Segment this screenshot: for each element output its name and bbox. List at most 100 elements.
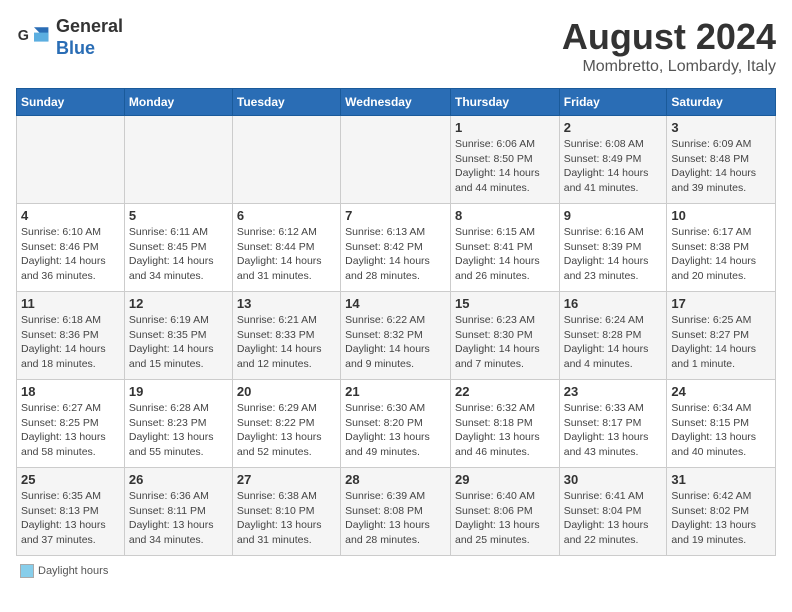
day-cell — [232, 116, 340, 204]
day-cell: 18Sunrise: 6:27 AM Sunset: 8:25 PM Dayli… — [17, 380, 125, 468]
day-info: Sunrise: 6:11 AM Sunset: 8:45 PM Dayligh… — [129, 225, 228, 284]
header-cell-friday: Friday — [559, 89, 667, 116]
day-cell: 5 Sunrise: 6:11 AM Sunset: 8:45 PM Daylig… — [124, 204, 232, 292]
day-info: Sunrise: 6:41 AM Sunset: 8:04 PM Dayligh… — [564, 489, 663, 548]
day-cell: 26 Sunrise: 6:36 AM Sunset: 8:11 PM Dayli… — [124, 468, 232, 556]
week-row-3: 11 Sunrise: 6:18 AM Sunset: 8:36 PM Dayli… — [17, 292, 776, 380]
day-cell — [17, 116, 125, 204]
week-row-2: 4Sunrise: 6:10 AM Sunset: 8:46 PM Daylig… — [17, 204, 776, 292]
day-number: 26 — [129, 472, 228, 487]
day-cell: 30 Sunrise: 6:41 AM Sunset: 8:04 PM Dayli… — [559, 468, 667, 556]
day-cell: 10Sunrise: 6:17 AM Sunset: 8:38 PM Dayli… — [667, 204, 776, 292]
day-number: 30 — [564, 472, 663, 487]
day-info: Sunrise: 6:06 AM Sunset: 8:50 PM Dayligh… — [455, 137, 555, 196]
legend: Daylight hours — [16, 564, 776, 578]
day-number: 22 — [455, 384, 555, 399]
day-cell: 28 Sunrise: 6:39 AM Sunset: 8:08 PM Dayli… — [341, 468, 451, 556]
day-info: Sunrise: 6:32 AM Sunset: 8:18 PM Dayligh… — [455, 401, 555, 460]
day-number: 25 — [21, 472, 120, 487]
day-cell: 25 Sunrise: 6:35 AM Sunset: 8:13 PM Dayli… — [17, 468, 125, 556]
day-number: 19 — [129, 384, 228, 399]
day-cell: 2Sunrise: 6:08 AM Sunset: 8:49 PM Daylig… — [559, 116, 667, 204]
day-cell: 8 Sunrise: 6:15 AM Sunset: 8:41 PM Daylig… — [450, 204, 559, 292]
calendar-table: SundayMondayTuesdayWednesdayThursdayFrid… — [16, 88, 776, 556]
day-cell: 1Sunrise: 6:06 AM Sunset: 8:50 PM Daylig… — [450, 116, 559, 204]
day-info: Sunrise: 6:28 AM Sunset: 8:23 PM Dayligh… — [129, 401, 228, 460]
day-info: Sunrise: 6:24 AM Sunset: 8:28 PM Dayligh… — [564, 313, 663, 372]
day-info: Sunrise: 6:42 AM Sunset: 8:02 PM Dayligh… — [671, 489, 771, 548]
day-number: 27 — [237, 472, 336, 487]
week-row-5: 25 Sunrise: 6:35 AM Sunset: 8:13 PM Dayli… — [17, 468, 776, 556]
day-info: Sunrise: 6:13 AM Sunset: 8:42 PM Dayligh… — [345, 225, 446, 284]
day-info: Sunrise: 6:33 AM Sunset: 8:17 PM Dayligh… — [564, 401, 663, 460]
day-cell: 13 Sunrise: 6:21 AM Sunset: 8:33 PM Dayli… — [232, 292, 340, 380]
day-cell: 7 Sunrise: 6:13 AM Sunset: 8:42 PM Daylig… — [341, 204, 451, 292]
day-number: 8 — [455, 208, 555, 223]
day-number: 13 — [237, 296, 336, 311]
header-row: SundayMondayTuesdayWednesdayThursdayFrid… — [17, 89, 776, 116]
day-number: 11 — [21, 296, 120, 311]
day-info: Sunrise: 6:15 AM Sunset: 8:41 PM Dayligh… — [455, 225, 555, 284]
day-info: Sunrise: 6:22 AM Sunset: 8:32 PM Dayligh… — [345, 313, 446, 372]
day-number: 2 — [564, 120, 663, 135]
legend-item-daylight: Daylight hours — [20, 564, 108, 578]
day-cell: 14Sunrise: 6:22 AM Sunset: 8:32 PM Dayli… — [341, 292, 451, 380]
day-info: Sunrise: 6:18 AM Sunset: 8:36 PM Dayligh… — [21, 313, 120, 372]
day-info: Sunrise: 6:12 AM Sunset: 8:44 PM Dayligh… — [237, 225, 336, 284]
day-cell — [124, 116, 232, 204]
day-info: Sunrise: 6:39 AM Sunset: 8:08 PM Dayligh… — [345, 489, 446, 548]
day-cell: 24 Sunrise: 6:34 AM Sunset: 8:15 PM Dayli… — [667, 380, 776, 468]
legend-label-daylight: Daylight hours — [38, 565, 108, 577]
day-number: 31 — [671, 472, 771, 487]
header-cell-monday: Monday — [124, 89, 232, 116]
day-info: Sunrise: 6:36 AM Sunset: 8:11 PM Dayligh… — [129, 489, 228, 548]
logo: G General Blue — [16, 16, 123, 59]
day-cell: 21Sunrise: 6:30 AM Sunset: 8:20 PM Dayli… — [341, 380, 451, 468]
title-block: August 2024 Mombretto, Lombardy, Italy — [562, 16, 776, 76]
day-info: Sunrise: 6:35 AM Sunset: 8:13 PM Dayligh… — [21, 489, 120, 548]
month-title: August 2024 — [562, 16, 776, 58]
day-cell: 23 Sunrise: 6:33 AM Sunset: 8:17 PM Dayli… — [559, 380, 667, 468]
page-header: G General Blue August 2024 Mombretto, Lo… — [16, 16, 776, 76]
day-info: Sunrise: 6:19 AM Sunset: 8:35 PM Dayligh… — [129, 313, 228, 372]
header-cell-wednesday: Wednesday — [341, 89, 451, 116]
calendar-body: 1Sunrise: 6:06 AM Sunset: 8:50 PM Daylig… — [17, 116, 776, 556]
day-cell: 6 Sunrise: 6:12 AM Sunset: 8:44 PM Daylig… — [232, 204, 340, 292]
day-number: 12 — [129, 296, 228, 311]
day-info: Sunrise: 6:23 AM Sunset: 8:30 PM Dayligh… — [455, 313, 555, 372]
day-info: Sunrise: 6:10 AM Sunset: 8:46 PM Dayligh… — [21, 225, 120, 284]
header-cell-tuesday: Tuesday — [232, 89, 340, 116]
day-cell: 12 Sunrise: 6:19 AM Sunset: 8:35 PM Dayli… — [124, 292, 232, 380]
day-info: Sunrise: 6:16 AM Sunset: 8:39 PM Dayligh… — [564, 225, 663, 284]
day-number: 16 — [564, 296, 663, 311]
day-info: Sunrise: 6:25 AM Sunset: 8:27 PM Dayligh… — [671, 313, 771, 372]
day-cell: 29Sunrise: 6:40 AM Sunset: 8:06 PM Dayli… — [450, 468, 559, 556]
day-cell: 19 Sunrise: 6:28 AM Sunset: 8:23 PM Dayli… — [124, 380, 232, 468]
week-row-4: 18Sunrise: 6:27 AM Sunset: 8:25 PM Dayli… — [17, 380, 776, 468]
day-cell: 20Sunrise: 6:29 AM Sunset: 8:22 PM Dayli… — [232, 380, 340, 468]
day-cell: 15Sunrise: 6:23 AM Sunset: 8:30 PM Dayli… — [450, 292, 559, 380]
day-info: Sunrise: 6:29 AM Sunset: 8:22 PM Dayligh… — [237, 401, 336, 460]
day-info: Sunrise: 6:40 AM Sunset: 8:06 PM Dayligh… — [455, 489, 555, 548]
day-number: 5 — [129, 208, 228, 223]
logo-text: General Blue — [56, 16, 123, 59]
calendar-header: SundayMondayTuesdayWednesdayThursdayFrid… — [17, 89, 776, 116]
svg-text:G: G — [18, 27, 29, 43]
day-number: 28 — [345, 472, 446, 487]
location-title: Mombretto, Lombardy, Italy — [562, 58, 776, 76]
day-info: Sunrise: 6:21 AM Sunset: 8:33 PM Dayligh… — [237, 313, 336, 372]
day-cell: 3Sunrise: 6:09 AM Sunset: 8:48 PM Daylig… — [667, 116, 776, 204]
day-info: Sunrise: 6:38 AM Sunset: 8:10 PM Dayligh… — [237, 489, 336, 548]
day-cell: 9Sunrise: 6:16 AM Sunset: 8:39 PM Daylig… — [559, 204, 667, 292]
day-cell: 27 Sunrise: 6:38 AM Sunset: 8:10 PM Dayli… — [232, 468, 340, 556]
logo-icon: G — [16, 20, 52, 56]
day-cell: 16 Sunrise: 6:24 AM Sunset: 8:28 PM Dayli… — [559, 292, 667, 380]
day-number: 23 — [564, 384, 663, 399]
day-cell: 11 Sunrise: 6:18 AM Sunset: 8:36 PM Dayli… — [17, 292, 125, 380]
day-info: Sunrise: 6:34 AM Sunset: 8:15 PM Dayligh… — [671, 401, 771, 460]
day-cell: 17Sunrise: 6:25 AM Sunset: 8:27 PM Dayli… — [667, 292, 776, 380]
day-number: 6 — [237, 208, 336, 223]
day-number: 24 — [671, 384, 771, 399]
day-number: 7 — [345, 208, 446, 223]
legend-color-daylight — [20, 564, 34, 578]
